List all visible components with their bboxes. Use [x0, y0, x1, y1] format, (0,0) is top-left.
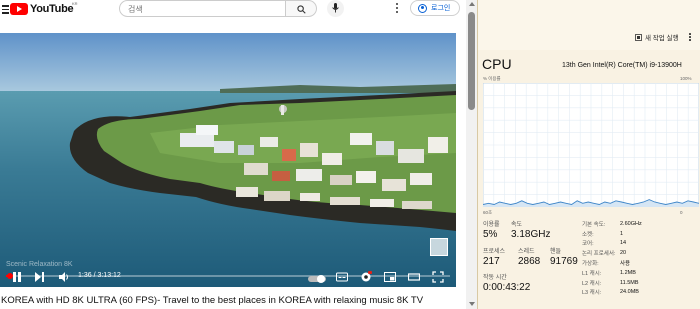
- threads-label: 스레드: [518, 249, 535, 255]
- run-task-label: 새 작업 실행: [645, 35, 679, 42]
- speed-stat: 속도 3.18GHz: [511, 219, 550, 240]
- account-icon: [418, 3, 427, 13]
- subtitles-icon[interactable]: [336, 271, 348, 283]
- more-options-icon[interactable]: [688, 33, 692, 43]
- search-button[interactable]: [286, 0, 317, 17]
- total-duration: 3:13:12: [97, 272, 121, 279]
- speed-label: 속도: [511, 222, 523, 228]
- cpu-model-name: 13th Gen Intel(R) Core(TM) i9-13900H: [562, 62, 682, 69]
- utilization-label: 이용률: [483, 222, 500, 228]
- spec-row: L2 캐시: 11.5MB: [582, 278, 698, 288]
- graph-utilization-label: % 이용률: [483, 76, 501, 81]
- threads-value: 2868: [518, 256, 541, 267]
- youtube-window: YouTube KR 로그인: [0, 0, 477, 309]
- spec-value: 11.5MB: [620, 279, 639, 286]
- scroll-up-arrow-icon[interactable]: [469, 2, 475, 6]
- spec-row: 가상화: 사용: [582, 258, 698, 268]
- spec-value: 사용: [620, 261, 631, 268]
- spec-key: 기본 속도:: [582, 221, 606, 228]
- task-manager-window: 새 작업 실행 CPU 13th Gen Intel(R) Core(TM) i…: [477, 0, 700, 309]
- spec-value: 2.60GHz: [620, 220, 642, 227]
- spec-key: 가상화:: [582, 261, 599, 268]
- spec-key: 논리 프로세서:: [582, 251, 616, 258]
- uptime-value: 0:00:43:22: [483, 282, 531, 293]
- login-button[interactable]: 로그인: [410, 0, 460, 16]
- spec-value: 1.2MB: [620, 269, 636, 276]
- uptime-label: 작동 시간: [483, 275, 507, 281]
- miniplayer-icon[interactable]: [384, 271, 396, 283]
- time-display: 1:36 / 3:13:12: [78, 272, 121, 279]
- youtube-header: YouTube KR 로그인: [0, 0, 466, 20]
- more-options-icon[interactable]: [394, 3, 400, 15]
- spec-value: 14: [620, 240, 627, 247]
- country-code: KR: [72, 1, 78, 6]
- cpu-section-title: CPU: [482, 56, 512, 72]
- page-scrollbar[interactable]: [466, 0, 477, 309]
- spec-value: 1: [620, 230, 624, 237]
- graph-min-label: 0: [680, 210, 683, 215]
- task-manager-toolbar: 새 작업 실행: [478, 26, 700, 50]
- desktop: YouTube KR 로그인: [0, 0, 700, 309]
- login-label: 로그인: [431, 5, 451, 12]
- speed-value: 3.18GHz: [511, 229, 551, 240]
- spec-value: 24.0MB: [620, 289, 639, 296]
- spec-key: L1 캐시:: [582, 270, 602, 277]
- spec-key: L2 캐시:: [582, 280, 602, 287]
- run-task-icon: [635, 33, 642, 41]
- channel-watermark-thumbnail[interactable]: [430, 238, 448, 256]
- graph-max-label: 100%: [680, 76, 692, 81]
- scrollbar-thumb[interactable]: [468, 12, 475, 110]
- video-island-scene: [69, 84, 456, 231]
- video-title: KOREA with HD 8K ULTRA (60 FPS)- Travel …: [1, 295, 424, 306]
- search-box: [119, 0, 286, 17]
- menu-icon[interactable]: [2, 5, 9, 14]
- youtube-play-logo-icon: [10, 2, 28, 15]
- spec-row: L3 캐시: 24.0MB: [582, 288, 698, 298]
- spec-key: 코어:: [582, 241, 594, 248]
- pause-icon[interactable]: [12, 271, 22, 283]
- volume-icon[interactable]: [58, 271, 70, 283]
- spec-row: 기본 속도: 2.60GHz: [582, 219, 698, 229]
- utilization-value: 5%: [483, 229, 498, 240]
- cpu-usage-graph: [483, 83, 699, 207]
- autoplay-toggle-icon[interactable]: [308, 273, 326, 285]
- voice-search-button[interactable]: [327, 0, 344, 17]
- player-controls: 1:36 / 3:13:12: [0, 269, 456, 287]
- spec-key: L3 캐시:: [582, 290, 602, 297]
- next-video-icon[interactable]: [34, 271, 45, 283]
- youtube-logo-text: YouTube: [30, 2, 74, 15]
- search-input[interactable]: [128, 3, 278, 15]
- spec-row: L1 캐시: 1.2MB: [582, 268, 698, 278]
- scroll-down-arrow-icon[interactable]: [469, 302, 475, 306]
- spec-value: 20: [620, 250, 627, 257]
- settings-gear-icon[interactable]: [360, 271, 372, 283]
- uptime-stat: 작동 시간 0:00:43:22: [483, 272, 530, 293]
- theater-mode-icon[interactable]: [408, 271, 420, 283]
- run-new-task-button[interactable]: 새 작업 실행: [635, 32, 679, 42]
- threads-stat: 스레드 2868: [518, 246, 540, 267]
- handles-stat: 핸들 91769: [550, 246, 578, 267]
- youtube-logo[interactable]: YouTube: [10, 1, 74, 16]
- task-manager-titlebar: [478, 0, 700, 26]
- spec-row: 소켓: 1: [582, 229, 698, 239]
- graph-time-label: 60초: [483, 210, 493, 215]
- utilization-stat: 이용률 5%: [483, 219, 500, 240]
- handles-value: 91769: [550, 256, 578, 267]
- spec-row: 논리 프로세서: 20: [582, 248, 698, 258]
- fullscreen-icon[interactable]: [432, 271, 444, 283]
- spec-key: 소켓:: [582, 231, 594, 238]
- mic-icon: [332, 3, 339, 13]
- video-watermark: Scenic Relaxation 8K: [6, 261, 73, 268]
- search-icon: [297, 5, 306, 14]
- processes-value: 217: [483, 256, 500, 267]
- spec-row: 코어: 14: [582, 239, 698, 249]
- video-player[interactable]: Scenic Relaxation 8K 1:36 / 3:13:12: [0, 33, 456, 287]
- current-time: 1:36: [78, 272, 92, 279]
- handles-label: 핸들: [550, 249, 562, 255]
- processes-stat: 프로세스 217: [483, 246, 505, 267]
- cpu-specs-list: 기본 속도: 2.60GHz 소켓: 1 코어: 14 논리 프로세서: 20 가상화:…: [582, 219, 698, 297]
- processes-label: 프로세스: [483, 249, 506, 255]
